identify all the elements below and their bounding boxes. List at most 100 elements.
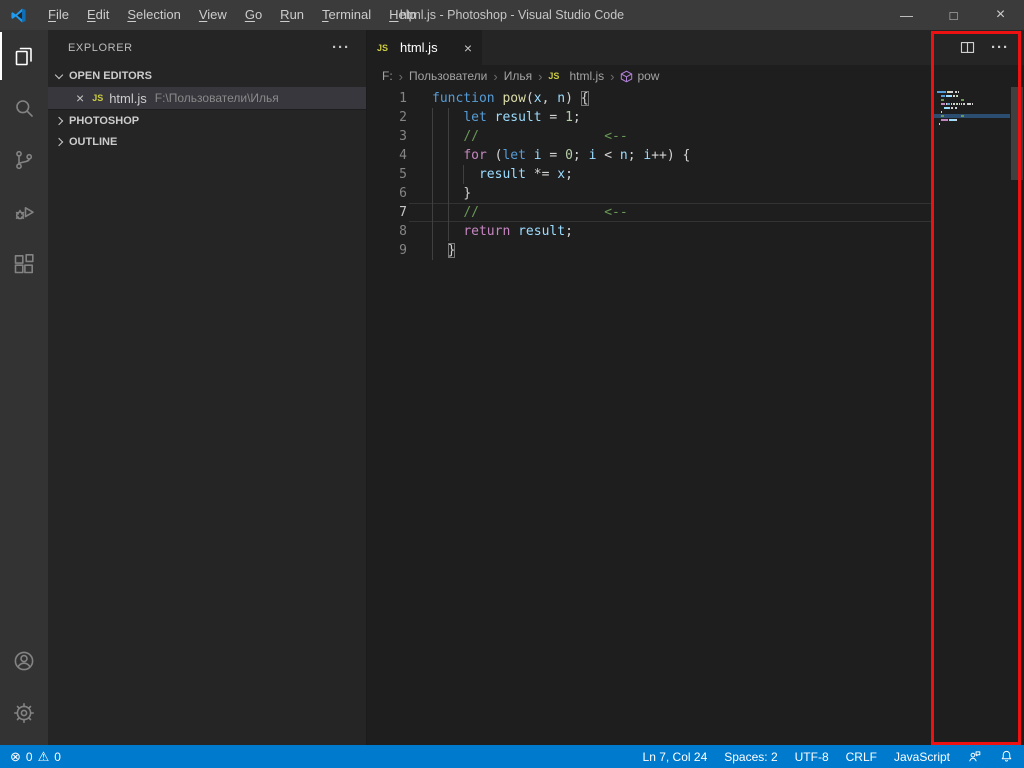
feedback-icon[interactable]	[967, 749, 982, 764]
code-token: <--	[604, 129, 627, 144]
line-number: 7	[367, 205, 407, 220]
encoding-status[interactable]: UTF-8	[795, 750, 829, 764]
menu-go[interactable]: Go	[236, 0, 271, 30]
notifications-bell-icon[interactable]	[999, 749, 1014, 764]
menu-file[interactable]: File	[39, 0, 78, 30]
code-token: let	[502, 148, 525, 163]
close-editor-icon[interactable]: ×	[76, 90, 84, 106]
status-right: Ln 7, Col 24 Spaces: 2 UTF-8 CRLF JavaSc…	[643, 749, 1014, 764]
menu-edit[interactable]: Edit	[78, 0, 118, 30]
code-token: x	[534, 91, 542, 106]
section-photoshop-folder[interactable]: PHOTOSHOP	[48, 109, 366, 131]
indent-guide	[432, 184, 433, 203]
indent-guide	[432, 241, 433, 260]
code-token: pow	[502, 91, 525, 106]
breadcrumb-folder[interactable]: Илья	[504, 69, 532, 83]
code-line-3[interactable]: 3 // <--	[367, 127, 933, 146]
window-controls: — □ ×	[883, 0, 1024, 30]
open-editor-item-htmljs[interactable]: × JS html.js F:\Пользователи\Илья	[48, 87, 366, 109]
code-line-7[interactable]: 7 // <--	[367, 203, 933, 222]
search-icon[interactable]	[0, 84, 48, 132]
code-token: ;	[573, 110, 581, 125]
code-token	[487, 110, 495, 125]
breadcrumb-symbol[interactable]: pow	[620, 69, 659, 83]
code-token: n	[620, 148, 628, 163]
code-token	[487, 148, 495, 163]
code-line-9[interactable]: 9 }	[367, 241, 933, 260]
explorer-icon[interactable]	[0, 32, 48, 80]
code-token	[510, 224, 518, 239]
chevron-right-icon	[55, 138, 63, 146]
code-token: function	[432, 91, 495, 106]
code-token: }	[448, 243, 456, 258]
line-number: 6	[367, 186, 407, 201]
menu-terminal[interactable]: Terminal	[313, 0, 380, 30]
code-line-6[interactable]: 6 }	[367, 184, 933, 203]
code-token	[479, 129, 604, 144]
problems-status[interactable]: ⊗ 0 ⚠ 0	[10, 749, 61, 765]
run-and-debug-icon[interactable]	[0, 188, 48, 236]
section-outline[interactable]: OUTLINE	[48, 131, 366, 153]
code-token: ;	[565, 224, 573, 239]
more-actions-icon[interactable]: ···	[991, 39, 1009, 56]
error-count: 0	[26, 750, 33, 764]
line-number: 5	[367, 167, 407, 182]
code-token: ,	[542, 91, 550, 106]
editor-scrollbar[interactable]	[1010, 87, 1024, 745]
source-control-icon[interactable]	[0, 136, 48, 184]
accounts-icon[interactable]	[0, 637, 48, 685]
maximize-button[interactable]: □	[930, 0, 977, 30]
minimize-button[interactable]: —	[883, 0, 930, 30]
sidebar-title: EXPLORER	[68, 42, 133, 54]
tab-close-icon[interactable]: ×	[464, 40, 472, 56]
breadcrumb-file-label: html.js	[569, 69, 604, 83]
split-editor-icon[interactable]	[959, 39, 976, 56]
tab-htmljs[interactable]: JS html.js ×	[367, 30, 482, 65]
code-token	[526, 148, 534, 163]
code-line-4[interactable]: 4 for (let i = 0; i < n; i++) {	[367, 146, 933, 165]
js-file-icon: JS	[548, 71, 559, 81]
cursor-position-status[interactable]: Ln 7, Col 24	[643, 750, 708, 764]
language-mode-status[interactable]: JavaScript	[894, 750, 950, 764]
sidebar-header: EXPLORER ···	[48, 30, 366, 65]
code-editor[interactable]: 1function pow(x, n) {2 let result = 1;3 …	[367, 87, 933, 745]
indent-guide	[448, 165, 449, 184]
menu-selection[interactable]: Selection	[118, 0, 189, 30]
code-token: let	[463, 110, 486, 125]
breadcrumb-file[interactable]: JS html.js	[548, 69, 604, 83]
code-line-1[interactable]: 1function pow(x, n) {	[367, 89, 933, 108]
code-token	[636, 148, 644, 163]
menu-view[interactable]: View	[190, 0, 236, 30]
settings-gear-icon[interactable]	[0, 689, 48, 737]
code-token	[542, 110, 550, 125]
indent-guide	[448, 146, 449, 165]
vscode-logo-icon	[10, 7, 27, 24]
code-token: i	[589, 148, 597, 163]
code-line-5[interactable]: 5 result *= x;	[367, 165, 933, 184]
open-editor-path: F:\Пользователи\Илья	[155, 91, 279, 105]
breadcrumb-folder[interactable]: Пользователи	[409, 69, 487, 83]
tab-label: html.js	[400, 40, 438, 55]
more-actions-icon[interactable]: ···	[332, 39, 350, 56]
open-editor-filename: html.js	[109, 91, 147, 106]
extensions-icon[interactable]	[0, 240, 48, 288]
breadcrumb-drive[interactable]: F:	[382, 69, 393, 83]
breadcrumb-separator: ›	[493, 69, 497, 84]
code-token: return	[463, 224, 510, 239]
eol-status[interactable]: CRLF	[846, 750, 877, 764]
editor-actions: ···	[959, 30, 1024, 65]
indent-guide	[448, 184, 449, 203]
scrollbar-slider[interactable]	[1011, 87, 1023, 180]
code-token: {	[683, 148, 691, 163]
code-line-2[interactable]: 2 let result = 1;	[367, 108, 933, 127]
line-number: 1	[367, 91, 407, 106]
breadcrumb-separator: ›	[610, 69, 614, 84]
menu-run[interactable]: Run	[271, 0, 313, 30]
section-open-editors[interactable]: OPEN EDITORS	[48, 65, 366, 87]
close-button[interactable]: ×	[977, 0, 1024, 30]
indentation-status[interactable]: Spaces: 2	[724, 750, 777, 764]
code-token	[596, 148, 604, 163]
workbench: EXPLORER ··· OPEN EDITORS × JS html.js F…	[0, 30, 1024, 745]
minimap[interactable]	[933, 87, 1010, 745]
code-line-8[interactable]: 8 return result;	[367, 222, 933, 241]
